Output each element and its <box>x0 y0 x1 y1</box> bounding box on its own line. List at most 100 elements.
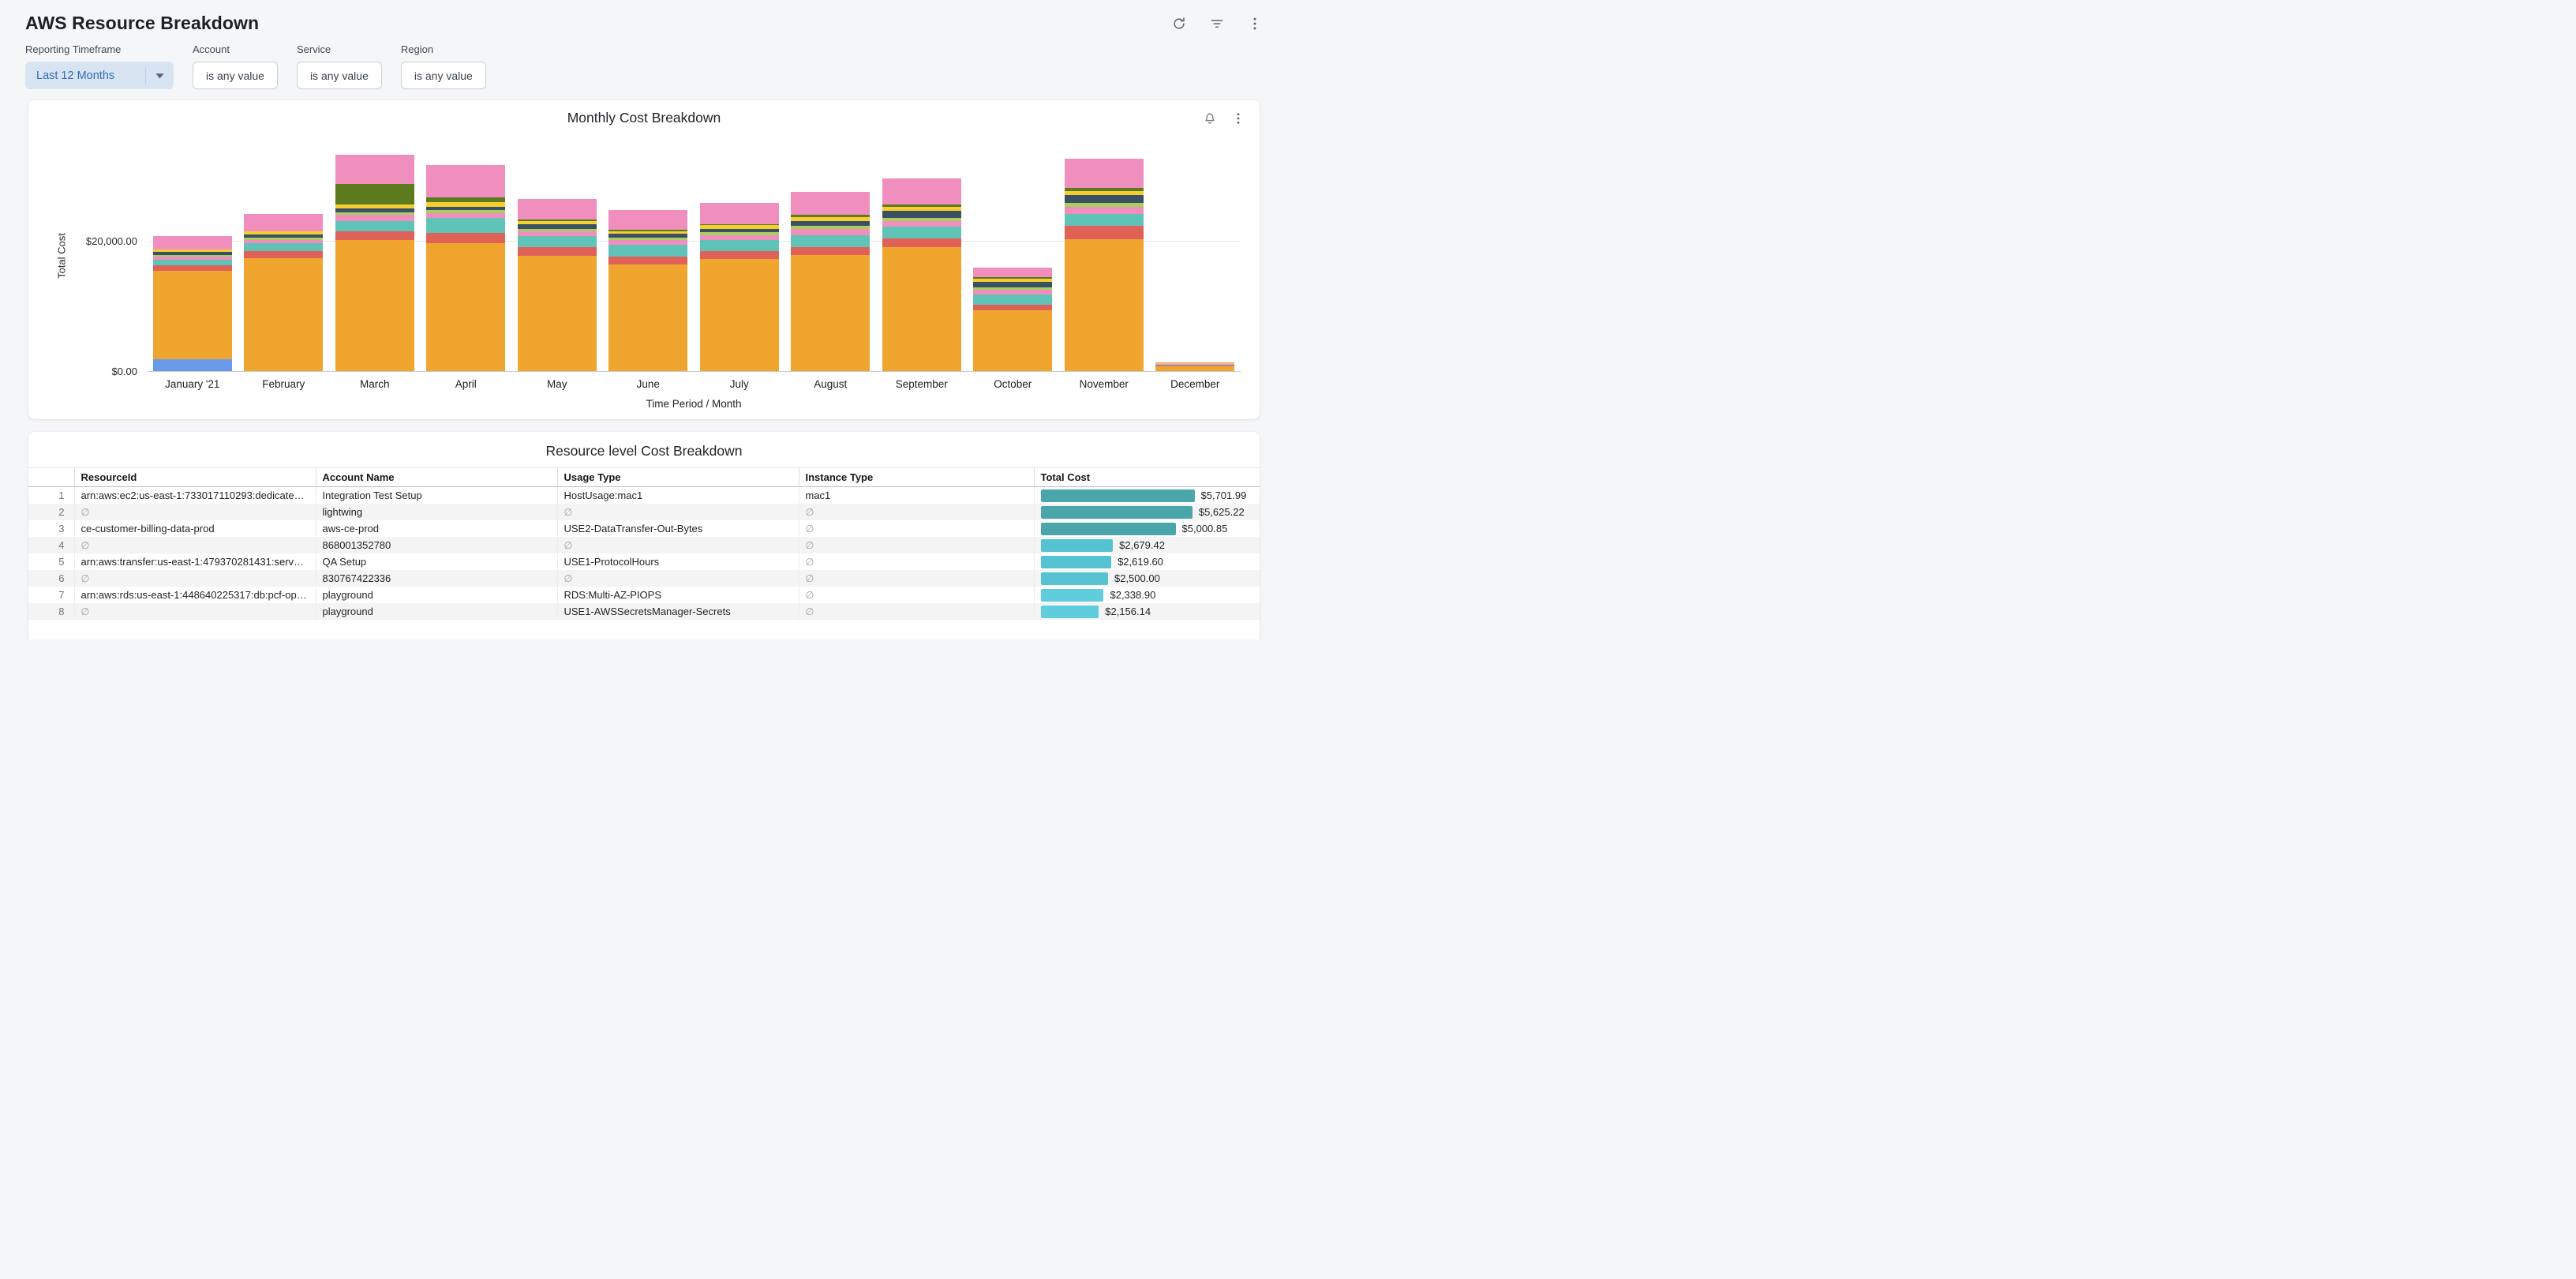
stacked-bar-February[interactable] <box>244 214 323 372</box>
bell-icon <box>1203 111 1217 126</box>
cell-resource-id: arn:aws:transfer:us-east-1:479370281431:… <box>74 553 316 570</box>
bar-segment-red[interactable] <box>700 251 779 259</box>
bar-segment-amber[interactable] <box>791 255 870 372</box>
bar-segment-pink-top[interactable] <box>518 199 597 219</box>
bar-segment-teal[interactable] <box>153 260 232 265</box>
bar-segment-teal[interactable] <box>791 235 870 248</box>
stacked-bar-August[interactable] <box>791 192 870 372</box>
col-header-account-name[interactable]: Account Name <box>316 468 557 487</box>
filter-label-service: Service <box>297 43 382 55</box>
bar-segment-red[interactable] <box>153 265 232 271</box>
bar-segment-amber[interactable] <box>1065 239 1144 372</box>
bar-segment-teal[interactable] <box>1065 214 1144 227</box>
bar-segment-pink-mid[interactable] <box>700 235 779 241</box>
stacked-bar-January '21[interactable] <box>153 236 232 372</box>
bar-segment-navy[interactable] <box>791 221 870 227</box>
cost-bar <box>1041 606 1099 618</box>
bar-segment-teal[interactable] <box>608 245 687 257</box>
bar-segment-teal[interactable] <box>244 243 323 251</box>
null-value: ∅ <box>564 573 573 584</box>
filter-button[interactable] <box>1208 14 1226 33</box>
kebab-icon <box>1247 16 1263 32</box>
bar-segment-red[interactable] <box>426 233 505 242</box>
cost-value: $2,156.14 <box>1105 606 1151 617</box>
stacked-bar-March[interactable] <box>335 155 414 372</box>
bar-segment-navy[interactable] <box>1065 195 1144 203</box>
bar-segment-teal[interactable] <box>973 294 1052 305</box>
tile-more-button[interactable] <box>1230 110 1247 127</box>
bar-segment-pink-top[interactable] <box>244 214 323 231</box>
filter-icon <box>1209 16 1225 32</box>
bar-segment-teal[interactable] <box>426 218 505 233</box>
filter-label-account: Account <box>193 43 278 55</box>
dashboard-page: AWS Resource Breakdown Reporting Timefra <box>0 0 1288 640</box>
bar-segment-red[interactable] <box>244 251 323 257</box>
bar-segment-red[interactable] <box>518 247 597 257</box>
stacked-bar-September[interactable] <box>882 178 961 372</box>
bar-segment-pink-mid[interactable] <box>426 213 505 219</box>
null-value: ∅ <box>81 606 90 617</box>
col-header-instance-type[interactable]: Instance Type <box>799 468 1034 487</box>
bar-segment-pink-top[interactable] <box>335 155 414 184</box>
stacked-bar-May[interactable] <box>518 199 597 372</box>
bar-segment-yellow[interactable] <box>426 202 505 208</box>
filter-group-service: Service is any value <box>297 43 382 89</box>
bar-segment-pink-mid[interactable] <box>1065 207 1144 213</box>
stacked-bar-October[interactable] <box>973 268 1052 372</box>
bar-segment-amber[interactable] <box>153 271 232 359</box>
bar-segment-amber[interactable] <box>882 247 961 372</box>
bar-segment-amber[interactable] <box>426 243 505 372</box>
filter-group-account: Account is any value <box>193 43 278 89</box>
stacked-bar-July[interactable] <box>700 203 779 372</box>
bar-segment-blue[interactable] <box>153 359 232 372</box>
region-filter-button[interactable]: is any value <box>401 62 486 89</box>
bar-segment-teal[interactable] <box>335 221 414 231</box>
bar-segment-pink-top[interactable] <box>973 268 1052 277</box>
account-filter-button[interactable]: is any value <box>193 62 278 89</box>
bar-segment-pink-top[interactable] <box>608 210 687 230</box>
bar-segment-amber[interactable] <box>335 240 414 372</box>
bar-segment-amber[interactable] <box>244 258 323 372</box>
bar-segment-pink-top[interactable] <box>426 165 505 197</box>
col-header-usage-type[interactable]: Usage Type <box>557 468 799 487</box>
null-value: ∅ <box>806 540 814 551</box>
service-filter-button[interactable]: is any value <box>297 62 382 89</box>
col-header-total-cost[interactable]: Total Cost <box>1034 468 1260 487</box>
bar-segment-red[interactable] <box>608 257 687 264</box>
bar-segment-red[interactable] <box>882 238 961 247</box>
bar-segment-pink-top[interactable] <box>153 236 232 249</box>
bar-segment-pink-top[interactable] <box>700 203 779 223</box>
bar-segment-red[interactable] <box>791 247 870 255</box>
bar-segment-amber[interactable] <box>518 256 597 372</box>
bar-segment-olive[interactable] <box>335 184 414 204</box>
bar-segment-pink-mid[interactable] <box>882 221 961 227</box>
bar-segment-pink-top[interactable] <box>791 192 870 216</box>
stacked-bar-June[interactable] <box>608 210 687 372</box>
col-header-resource-id[interactable]: ResourceId <box>74 468 316 487</box>
alert-bell-button[interactable] <box>1201 110 1219 127</box>
y-tick-0: $0.00 <box>111 366 137 377</box>
timeframe-dropdown[interactable]: Last 12 Months <box>25 62 174 89</box>
bar-segment-pink-mid[interactable] <box>335 215 414 220</box>
more-menu-button[interactable] <box>1245 14 1264 33</box>
bar-segment-red[interactable] <box>335 231 414 240</box>
bar-segment-pink-mid[interactable] <box>791 229 870 234</box>
refresh-button[interactable] <box>1170 14 1189 33</box>
cell-account-name: lightwing <box>316 504 557 520</box>
bar-segment-teal[interactable] <box>882 227 961 238</box>
bar-segment-teal[interactable] <box>518 236 597 247</box>
bar-segment-pink-top[interactable] <box>882 178 961 204</box>
x-labels-row: January '21FebruaryMarchAprilMayJuneJuly… <box>147 378 1241 390</box>
bar-segment-red[interactable] <box>973 305 1052 310</box>
bar-segment-red[interactable] <box>1065 226 1144 239</box>
filter-group-timeframe: Reporting Timeframe Last 12 Months <box>25 43 174 89</box>
stacked-bar-November[interactable] <box>1065 159 1144 372</box>
bar-segment-pink-top[interactable] <box>1065 159 1144 188</box>
bar-segment-teal[interactable] <box>700 240 779 251</box>
bar-segment-amber[interactable] <box>608 264 687 372</box>
bar-segment-navy[interactable] <box>882 211 961 217</box>
bar-segment-navy[interactable] <box>973 282 1052 287</box>
bar-segment-amber[interactable] <box>973 310 1052 372</box>
bar-segment-amber[interactable] <box>700 259 779 372</box>
stacked-bar-April[interactable] <box>426 165 505 372</box>
